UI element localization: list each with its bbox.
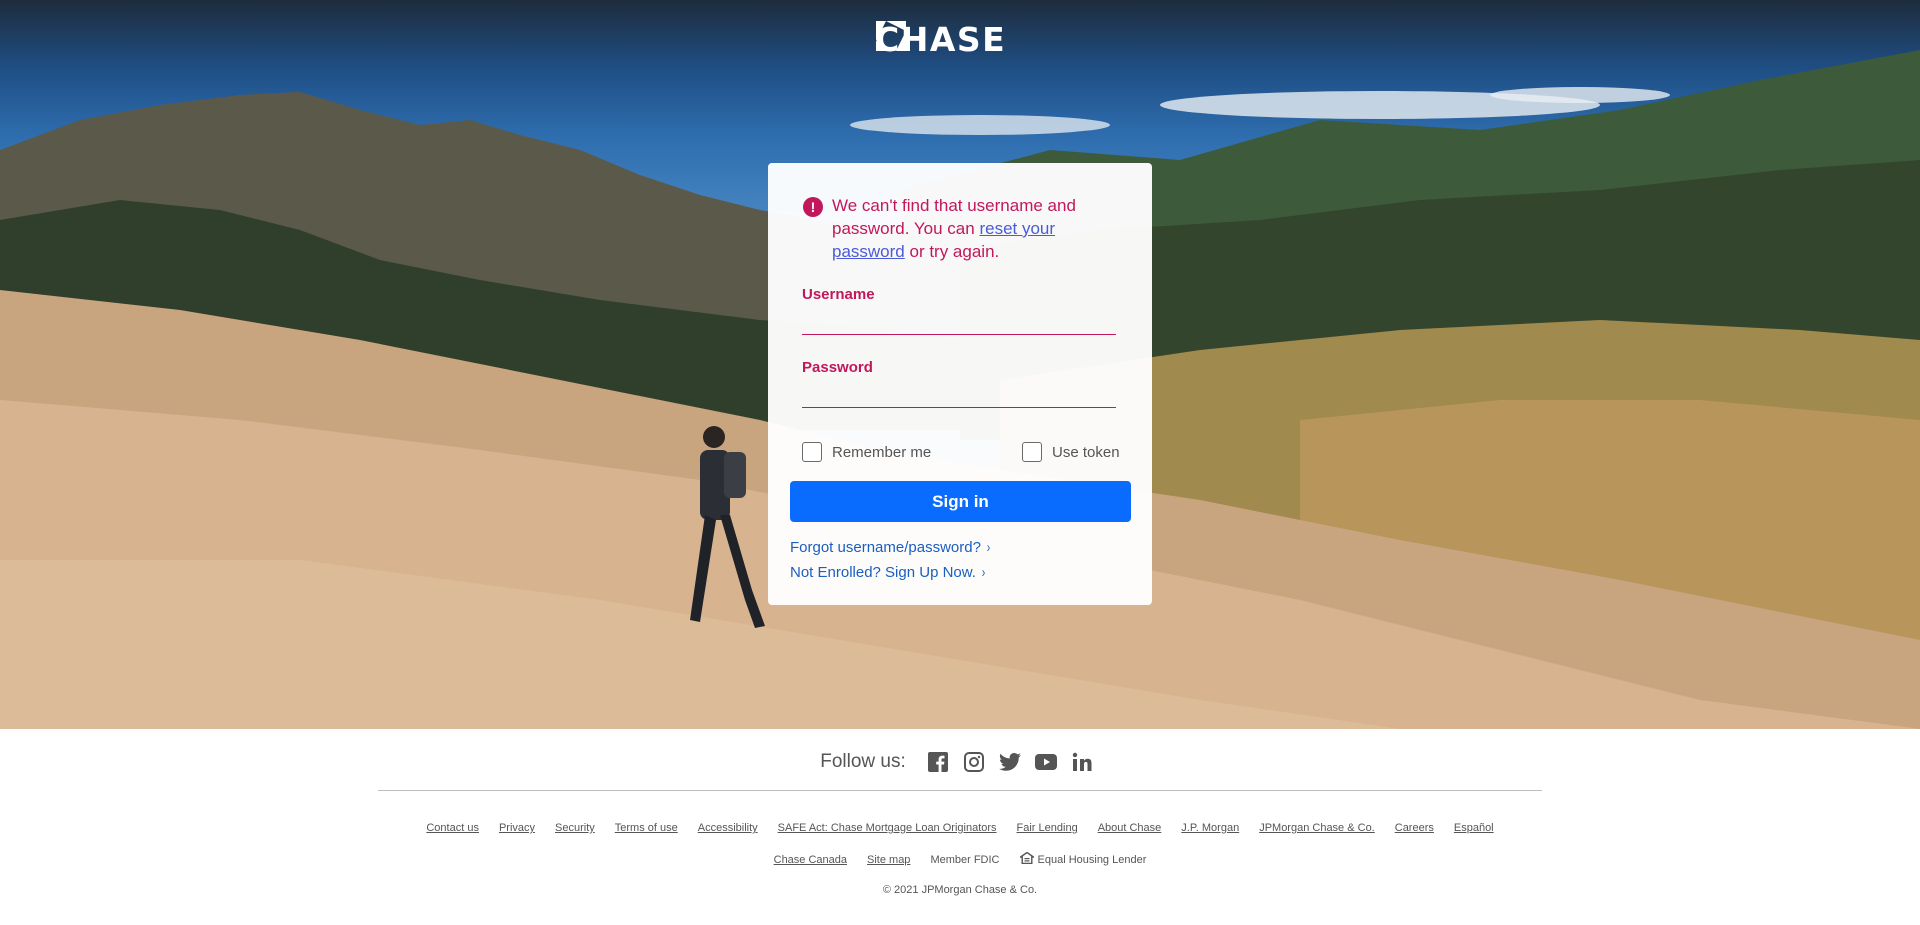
footer-link-about-chase[interactable]: About Chase xyxy=(1098,822,1162,834)
footer-link-jpmorgan-chase-co[interactable]: JPMorgan Chase & Co. xyxy=(1259,822,1375,834)
use-token-box[interactable] xyxy=(1022,442,1042,462)
username-input[interactable] xyxy=(802,309,1116,335)
enroll-link[interactable]: Not Enrolled? Sign Up Now. › xyxy=(790,564,986,582)
error-suffix: or try again. xyxy=(904,242,1000,261)
facebook-icon[interactable] xyxy=(927,751,949,773)
remember-me-box[interactable] xyxy=(802,442,822,462)
enroll-link-label: Not Enrolled? Sign Up Now. xyxy=(790,564,976,581)
forgot-credentials-link[interactable]: Forgot username/password? › xyxy=(790,539,991,557)
username-field: Username xyxy=(802,286,1116,335)
chevron-right-icon: › xyxy=(981,564,986,581)
alert-icon: ! xyxy=(803,197,823,217)
copyright-text: © 2021 JPMorgan Chase & Co. xyxy=(882,884,1038,896)
footer-links-row-2: Chase Canada Site map Member FDIC Equal … xyxy=(0,851,1920,867)
footer-links-row-1: Contact us Privacy Security Terms of use… xyxy=(0,822,1920,834)
footer-link-accessibility[interactable]: Accessibility xyxy=(698,822,758,834)
footer-link-site-map[interactable]: Site map xyxy=(867,854,910,866)
follow-us-label: Follow us: xyxy=(820,751,906,772)
footer-link-safe-act[interactable]: SAFE Act: Chase Mortgage Loan Originator… xyxy=(778,822,997,834)
login-card: ! We can't find that username and passwo… xyxy=(768,163,1152,605)
chevron-right-icon: › xyxy=(986,539,991,556)
error-text: We can't find that username and password… xyxy=(832,194,1103,263)
equal-housing-lender: Equal Housing Lender xyxy=(1017,851,1147,867)
equal-housing-icon xyxy=(1017,851,1036,867)
footer-divider xyxy=(378,790,1542,791)
remember-me-checkbox[interactable]: Remember me xyxy=(802,442,931,462)
remember-me-label: Remember me xyxy=(832,443,932,461)
hero-background: CHASE ! We can't find that username and … xyxy=(0,0,1920,729)
password-field: Password xyxy=(802,359,1116,408)
follow-us-bar: Follow us: xyxy=(0,751,1920,773)
login-error-message: ! We can't find that username and passwo… xyxy=(803,194,1103,263)
youtube-icon[interactable] xyxy=(1034,751,1057,773)
sign-in-button[interactable]: Sign in xyxy=(790,481,1131,522)
twitter-icon[interactable] xyxy=(998,751,1021,773)
password-label: Password xyxy=(802,359,873,376)
footer-link-fair-lending[interactable]: Fair Lending xyxy=(1017,822,1078,834)
footer-link-security[interactable]: Security xyxy=(555,822,595,834)
forgot-link-label: Forgot username/password? xyxy=(790,539,981,556)
instagram-icon[interactable] xyxy=(963,751,985,773)
username-label: Username xyxy=(802,286,875,303)
footer-link-privacy[interactable]: Privacy xyxy=(499,822,535,834)
footer-link-careers[interactable]: Careers xyxy=(1395,822,1434,834)
footer-link-jp-morgan[interactable]: J.P. Morgan xyxy=(1181,822,1239,834)
password-input[interactable] xyxy=(802,382,1116,408)
footer-link-terms[interactable]: Terms of use xyxy=(615,822,678,834)
footer-link-contact-us[interactable]: Contact us xyxy=(426,822,479,834)
use-token-checkbox[interactable]: Use token xyxy=(1022,442,1120,462)
footer-link-chase-canada[interactable]: Chase Canada xyxy=(774,854,847,866)
member-fdic-text: Member FDIC xyxy=(930,853,1000,866)
equal-housing-label: Equal Housing Lender xyxy=(1037,853,1147,866)
chase-logo[interactable]: CHASE xyxy=(875,20,1016,60)
footer-link-espanol[interactable]: Español xyxy=(1454,822,1494,834)
linkedin-icon[interactable] xyxy=(1071,751,1093,773)
use-token-label: Use token xyxy=(1052,443,1120,461)
